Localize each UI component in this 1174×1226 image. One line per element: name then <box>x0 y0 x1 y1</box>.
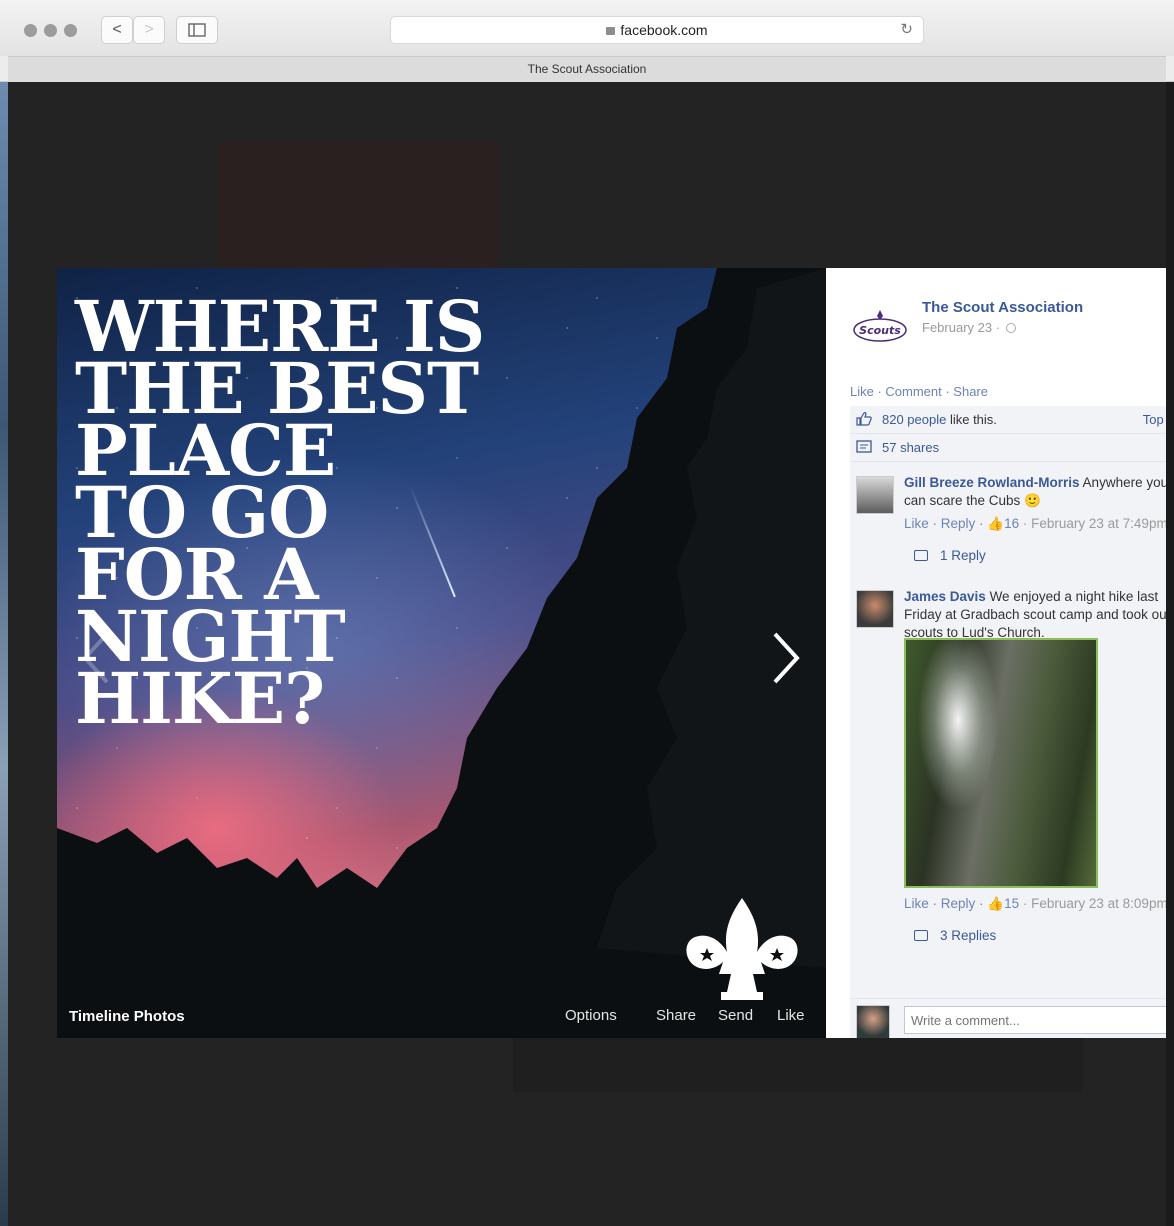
chevron-right-icon: > <box>144 21 154 38</box>
comment-like-count[interactable]: 16 <box>1004 516 1019 531</box>
background-image <box>218 142 498 272</box>
top-comments-sort[interactable]: Top Co <box>1143 412 1166 427</box>
avatar <box>856 1005 890 1038</box>
comment-text: James Davis We enjoyed a night hike last… <box>904 588 1166 642</box>
close-window-button[interactable] <box>24 24 37 37</box>
photo-headline: WHERE IS THE BEST PLACE TO GO FOR A NIGH… <box>75 292 535 740</box>
thumbs-up-icon <box>856 412 872 426</box>
album-link[interactable]: Timeline Photos <box>69 1008 185 1025</box>
post-date[interactable]: February 23 · <box>922 320 1017 335</box>
post-date-text: February 23 · <box>922 320 1001 335</box>
comment-like-reply-links[interactable]: Like · Reply · <box>904 896 987 911</box>
previous-photo-button[interactable] <box>79 630 113 686</box>
sidebar-icon <box>188 23 206 37</box>
like-button[interactable]: Like <box>777 1007 805 1024</box>
address-bar[interactable]: facebook.com ↻ <box>390 16 924 44</box>
comment-text: Gill Breeze Rowland-Morris Anywhere you … <box>904 474 1166 510</box>
shares-summary: 57 shares <box>850 434 1166 462</box>
logo-text: Scouts <box>859 324 901 337</box>
comment-like-reply-links[interactable]: Like · Reply · <box>904 516 987 531</box>
browser-window-chrome: < > facebook.com ↻ The Scout Association <box>0 0 1174 82</box>
replies-count: 3 Replies <box>940 928 997 943</box>
photo-viewer: WHERE IS THE BEST PLACE TO GO FOR A NIGH… <box>57 268 827 1038</box>
browser-toolbar: < > facebook.com ↻ <box>0 0 1174 56</box>
scouts-logo[interactable]: Scouts <box>852 308 908 344</box>
reply-icon <box>914 550 928 561</box>
post-actions[interactable]: Like · Comment · Share <box>850 384 988 399</box>
chevron-left-icon: < <box>112 21 122 38</box>
comment-time[interactable]: · February 23 at 7:49pm <box>1019 516 1166 531</box>
likes-suffix: like this. <box>946 412 997 427</box>
url-text: facebook.com <box>620 22 708 38</box>
viewer-footer: Timeline Photos Options Share Send Like <box>57 988 827 1038</box>
reload-icon[interactable]: ↻ <box>900 17 913 43</box>
minimize-window-button[interactable] <box>44 24 57 37</box>
comments-section: 820 people like this. Top Co 57 shares G… <box>850 406 1166 1038</box>
comment-meta: Like · Reply · 👍15 · February 23 at 8:09… <box>904 896 1166 912</box>
comment-input[interactable] <box>904 1006 1166 1034</box>
next-photo-button[interactable] <box>769 630 803 686</box>
tab-title: The Scout Association <box>527 62 647 76</box>
comment-photo-cave[interactable] <box>904 638 1098 888</box>
window-edge <box>0 82 8 1226</box>
share-button[interactable]: Share <box>656 1007 696 1024</box>
comment-like-count[interactable]: 15 <box>1004 896 1019 911</box>
globe-icon <box>1006 323 1017 333</box>
background-panel <box>513 1032 1083 1092</box>
reply-icon <box>914 930 928 941</box>
avatar[interactable] <box>856 590 894 628</box>
avatar[interactable] <box>856 476 894 514</box>
view-replies-link[interactable]: 3 Replies <box>914 928 996 943</box>
comment-author[interactable]: James Davis <box>904 589 986 604</box>
comment-composer <box>850 998 1166 1038</box>
headline-line: HIKE? <box>75 657 325 740</box>
back-button[interactable]: < <box>101 16 133 44</box>
active-tab[interactable]: The Scout Association <box>8 56 1166 82</box>
replies-count: 1 Reply <box>940 548 986 563</box>
thumbs-up-icon: 👍 <box>987 516 1005 531</box>
likes-count-text: 820 people like this. <box>882 412 997 427</box>
send-button[interactable]: Send <box>718 1007 753 1024</box>
lock-icon <box>606 27 616 35</box>
forward-button[interactable]: > <box>133 16 165 44</box>
page-name-link[interactable]: The Scout Association <box>922 299 1083 316</box>
comment-author[interactable]: Gill Breeze Rowland-Morris <box>904 475 1080 490</box>
comment-time[interactable]: · February 23 at 8:09pm <box>1019 896 1166 911</box>
comment-meta: Like · Reply · 👍16 · February 23 at 7:49… <box>904 516 1166 532</box>
likes-summary: 820 people like this. Top Co <box>850 406 1166 434</box>
shares-count-link[interactable]: 57 shares <box>882 440 939 455</box>
likes-count-link[interactable]: 820 people <box>882 412 946 427</box>
options-button[interactable]: Options <box>565 1007 617 1024</box>
post-side-panel: Scouts The Scout Association February 23… <box>826 268 1166 1038</box>
zoom-window-button[interactable] <box>64 24 77 37</box>
share-icon <box>856 440 872 453</box>
thumbs-up-icon: 👍 <box>987 896 1005 911</box>
sidebar-toggle-button[interactable] <box>176 16 218 44</box>
view-replies-link[interactable]: 1 Reply <box>914 548 986 563</box>
